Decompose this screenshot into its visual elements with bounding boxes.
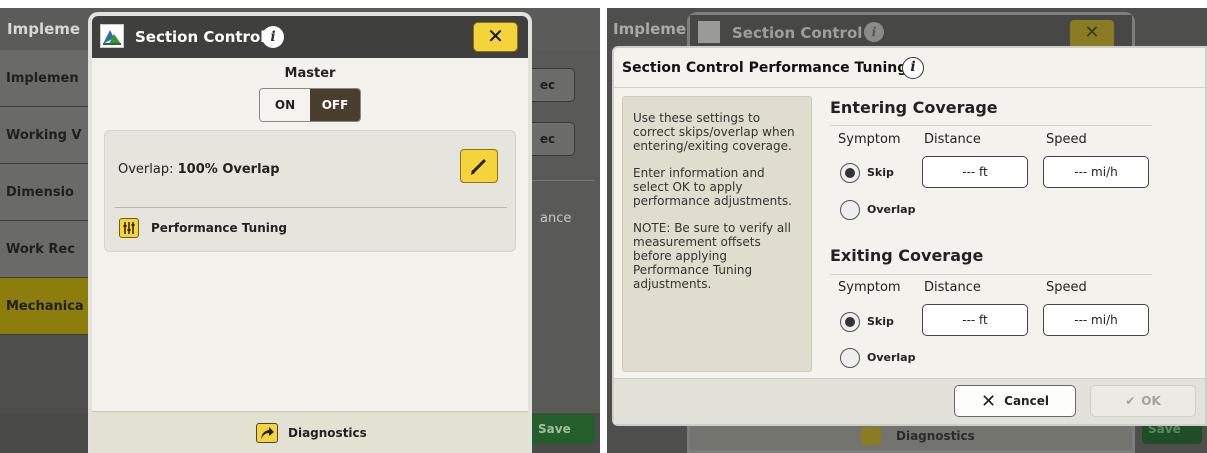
entering-divider xyxy=(830,125,1152,126)
menu-item-implement[interactable]: Implemen xyxy=(0,50,100,107)
entering-overlap-label: Overlap xyxy=(867,203,916,216)
help-paragraph: Use these settings to correct skips/over… xyxy=(633,111,795,153)
cancel-button[interactable]: ✕ Cancel xyxy=(954,385,1076,417)
right-screen: Impleme Section Control i ✕ Diagnostics … xyxy=(607,0,1207,453)
overlap-setting: Overlap: 100% Overlap xyxy=(118,162,280,177)
master-label: Master xyxy=(284,66,336,81)
section-control-dialog: Section Control i ✕ Master ON OFF Overla… xyxy=(88,12,532,453)
background-title: Impleme xyxy=(613,20,687,38)
exiting-speed-field[interactable]: --- mi/h xyxy=(1043,304,1149,336)
checkmark-icon: ✔ xyxy=(1125,394,1136,408)
entering-distance-field[interactable]: --- ft xyxy=(922,156,1028,188)
app-logo-icon xyxy=(698,21,720,43)
tuning-title: Section Control Performance Tuning xyxy=(622,60,908,76)
close-icon: ✕ xyxy=(487,24,504,48)
background-menu: Implemen Working V Dimensio Work Rec Mec… xyxy=(0,50,100,335)
dimmed-diagnostics-label: Diagnostics xyxy=(896,429,975,443)
tuning-header: Section Control Performance Tuning i xyxy=(614,48,1205,88)
close-button[interactable]: ✕ xyxy=(473,22,518,52)
pencil-icon xyxy=(471,159,486,175)
performance-tuning-label: Performance Tuning xyxy=(151,221,288,235)
exiting-divider xyxy=(830,274,1152,275)
performance-tuning-dialog: Section Control Performance Tuning i Use… xyxy=(612,46,1207,426)
save-button[interactable]: Save xyxy=(530,414,595,444)
info-icon[interactable]: i xyxy=(262,26,284,48)
sliders-icon xyxy=(119,218,139,238)
exiting-skip-radio[interactable] xyxy=(840,312,860,332)
diagnostics-bar[interactable]: Diagnostics xyxy=(92,411,528,453)
overlap-group: Overlap: 100% Overlap Performance Tuning xyxy=(104,130,516,252)
exiting-distance-field[interactable]: --- ft xyxy=(922,304,1028,336)
menu-item-dimensions[interactable]: Dimensio xyxy=(0,164,100,221)
cancel-label: Cancel xyxy=(1004,394,1049,408)
entering-distance-header: Distance xyxy=(924,132,981,147)
group-divider xyxy=(115,207,507,208)
exiting-coverage-title: Exiting Coverage xyxy=(830,246,984,265)
edit-overlap-button[interactable] xyxy=(460,149,498,183)
entering-overlap-radio[interactable] xyxy=(840,200,860,220)
entering-speed-header: Speed xyxy=(1046,132,1087,147)
diagnostics-label: Diagnostics xyxy=(288,426,367,440)
dialog-title: Section Control xyxy=(135,28,266,46)
exiting-overlap-radio[interactable] xyxy=(840,348,860,368)
help-paragraph: Enter information and select OK to apply… xyxy=(633,166,792,208)
app-logo-icon xyxy=(100,24,124,48)
exiting-distance-header: Distance xyxy=(924,280,981,295)
exiting-speed-header: Speed xyxy=(1046,280,1087,295)
exiting-skip-label: Skip xyxy=(867,315,894,328)
background-text: ance xyxy=(540,211,572,226)
entering-skip-label: Skip xyxy=(867,166,894,179)
help-text-box: Use these settings to correct skips/over… xyxy=(622,96,812,372)
ok-label: OK xyxy=(1141,394,1161,408)
tuning-footer: ✕ Cancel ✔ OK xyxy=(614,378,1205,424)
entering-coverage-title: Entering Coverage xyxy=(830,98,998,117)
menu-item-work-recording[interactable]: Work Rec xyxy=(0,221,100,278)
overlap-label: Overlap: xyxy=(118,162,178,177)
exiting-overlap-label: Overlap xyxy=(867,351,916,364)
dimmed-diagnostics-bar: Diagnostics xyxy=(690,422,1132,450)
cancel-x-icon: ✕ xyxy=(981,390,997,412)
dialog-titlebar: Section Control i ✕ xyxy=(92,16,528,58)
master-toggle: ON OFF xyxy=(259,88,361,122)
menu-item-mechanical[interactable]: Mechanica xyxy=(0,278,100,335)
diagnostics-arrow-icon xyxy=(861,427,881,445)
entering-symptom-header: Symptom xyxy=(838,132,901,147)
master-on-button[interactable]: ON xyxy=(260,89,310,121)
overlap-value: 100% Overlap xyxy=(177,162,280,177)
entering-skip-radio[interactable] xyxy=(840,163,860,183)
entering-speed-field[interactable]: --- mi/h xyxy=(1043,156,1149,188)
exiting-symptom-header: Symptom xyxy=(838,280,901,295)
diagnostics-arrow-icon xyxy=(256,423,278,443)
close-icon: ✕ xyxy=(1070,20,1114,48)
master-off-button[interactable]: OFF xyxy=(310,89,360,121)
info-icon[interactable]: i xyxy=(902,57,924,79)
ok-button[interactable]: ✔ OK xyxy=(1090,385,1196,417)
left-screen: Impleme Implemen Working V Dimensio Work… xyxy=(0,0,600,453)
help-note: NOTE: Be sure to verify all measurement … xyxy=(633,221,791,291)
info-icon: i xyxy=(864,22,884,42)
performance-tuning-link[interactable]: Performance Tuning xyxy=(119,217,287,239)
menu-item-working-width[interactable]: Working V xyxy=(0,107,100,164)
